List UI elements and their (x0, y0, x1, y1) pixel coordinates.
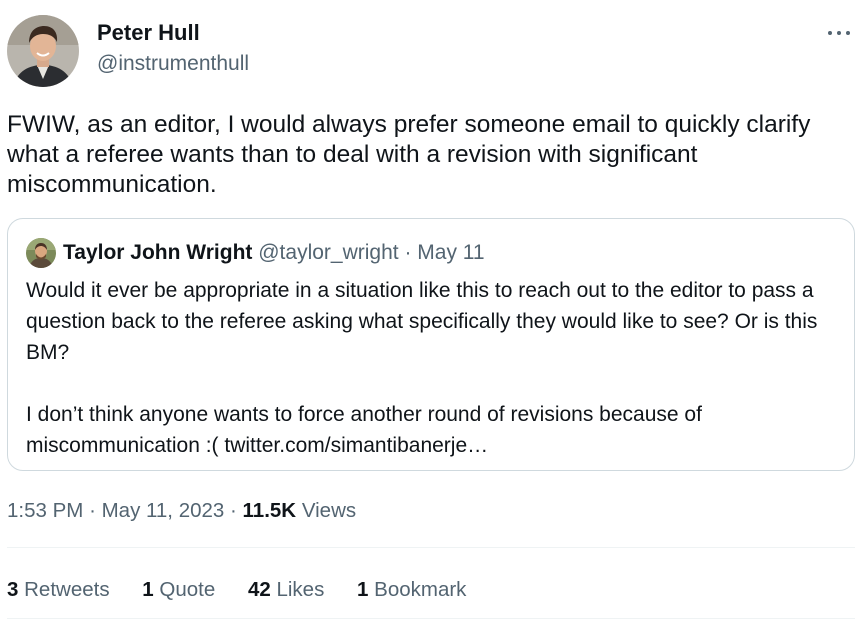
quote-author-handle[interactable]: @taylor_wright (258, 241, 398, 264)
quote-header: Taylor John Wright @taylor_wright · May … (63, 239, 485, 267)
tweet-meta: 1:53 PM · May 11, 2023 · 11.5K Views (7, 498, 356, 524)
retweets-count: 3 (7, 578, 19, 601)
meta-separator: · (89, 499, 96, 522)
tweet-time[interactable]: 1:53 PM (7, 499, 83, 522)
quotes-stat[interactable]: 1 Quote (142, 577, 215, 603)
author-name[interactable]: Peter Hull (97, 20, 200, 46)
likes-stat[interactable]: 42 Likes (248, 577, 324, 603)
meta-separator: · (230, 499, 237, 522)
author-avatar[interactable] (7, 15, 79, 87)
quoted-tweet[interactable]: Taylor John Wright @taylor_wright · May … (7, 218, 855, 471)
bookmarks-stat[interactable]: 1 Bookmark (357, 577, 466, 603)
author-handle[interactable]: @instrumenthull (97, 51, 249, 77)
engagement-stats: 3 Retweets 1 Quote 42 Likes 1 Bookmark (7, 577, 493, 603)
quote-date[interactable]: May 11 (417, 241, 484, 264)
likes-label: Likes (276, 578, 325, 601)
quote-paragraph: I don’t think anyone wants to force anot… (26, 403, 702, 457)
tweet: Peter Hull @instrumenthull FWIW, as an e… (0, 0, 867, 619)
tweet-text: FWIW, as an editor, I would always prefe… (7, 111, 811, 198)
views-label: Views (301, 499, 357, 522)
divider (7, 547, 855, 548)
quote-text: Would it ever be appropriate in a situat… (26, 275, 841, 461)
quotes-count: 1 (142, 578, 154, 601)
bookmarks-count: 1 (357, 578, 369, 601)
retweets-label: Retweets (24, 578, 110, 601)
likes-count: 42 (247, 578, 271, 601)
quote-author-avatar (26, 238, 56, 268)
views-count: 11.5K (242, 499, 297, 522)
tweet-date[interactable]: May 11, 2023 (102, 499, 225, 522)
quote-author-name[interactable]: Taylor John Wright (63, 241, 252, 264)
more-horizontal-icon (825, 31, 853, 50)
more-options-button[interactable] (825, 20, 853, 46)
retweets-stat[interactable]: 3 Retweets (7, 577, 110, 603)
quotes-label: Quote (159, 578, 216, 601)
quote-separator: · (404, 241, 412, 264)
bookmarks-label: Bookmark (374, 578, 467, 601)
quote-paragraph: Would it ever be appropriate in a situat… (26, 279, 818, 364)
